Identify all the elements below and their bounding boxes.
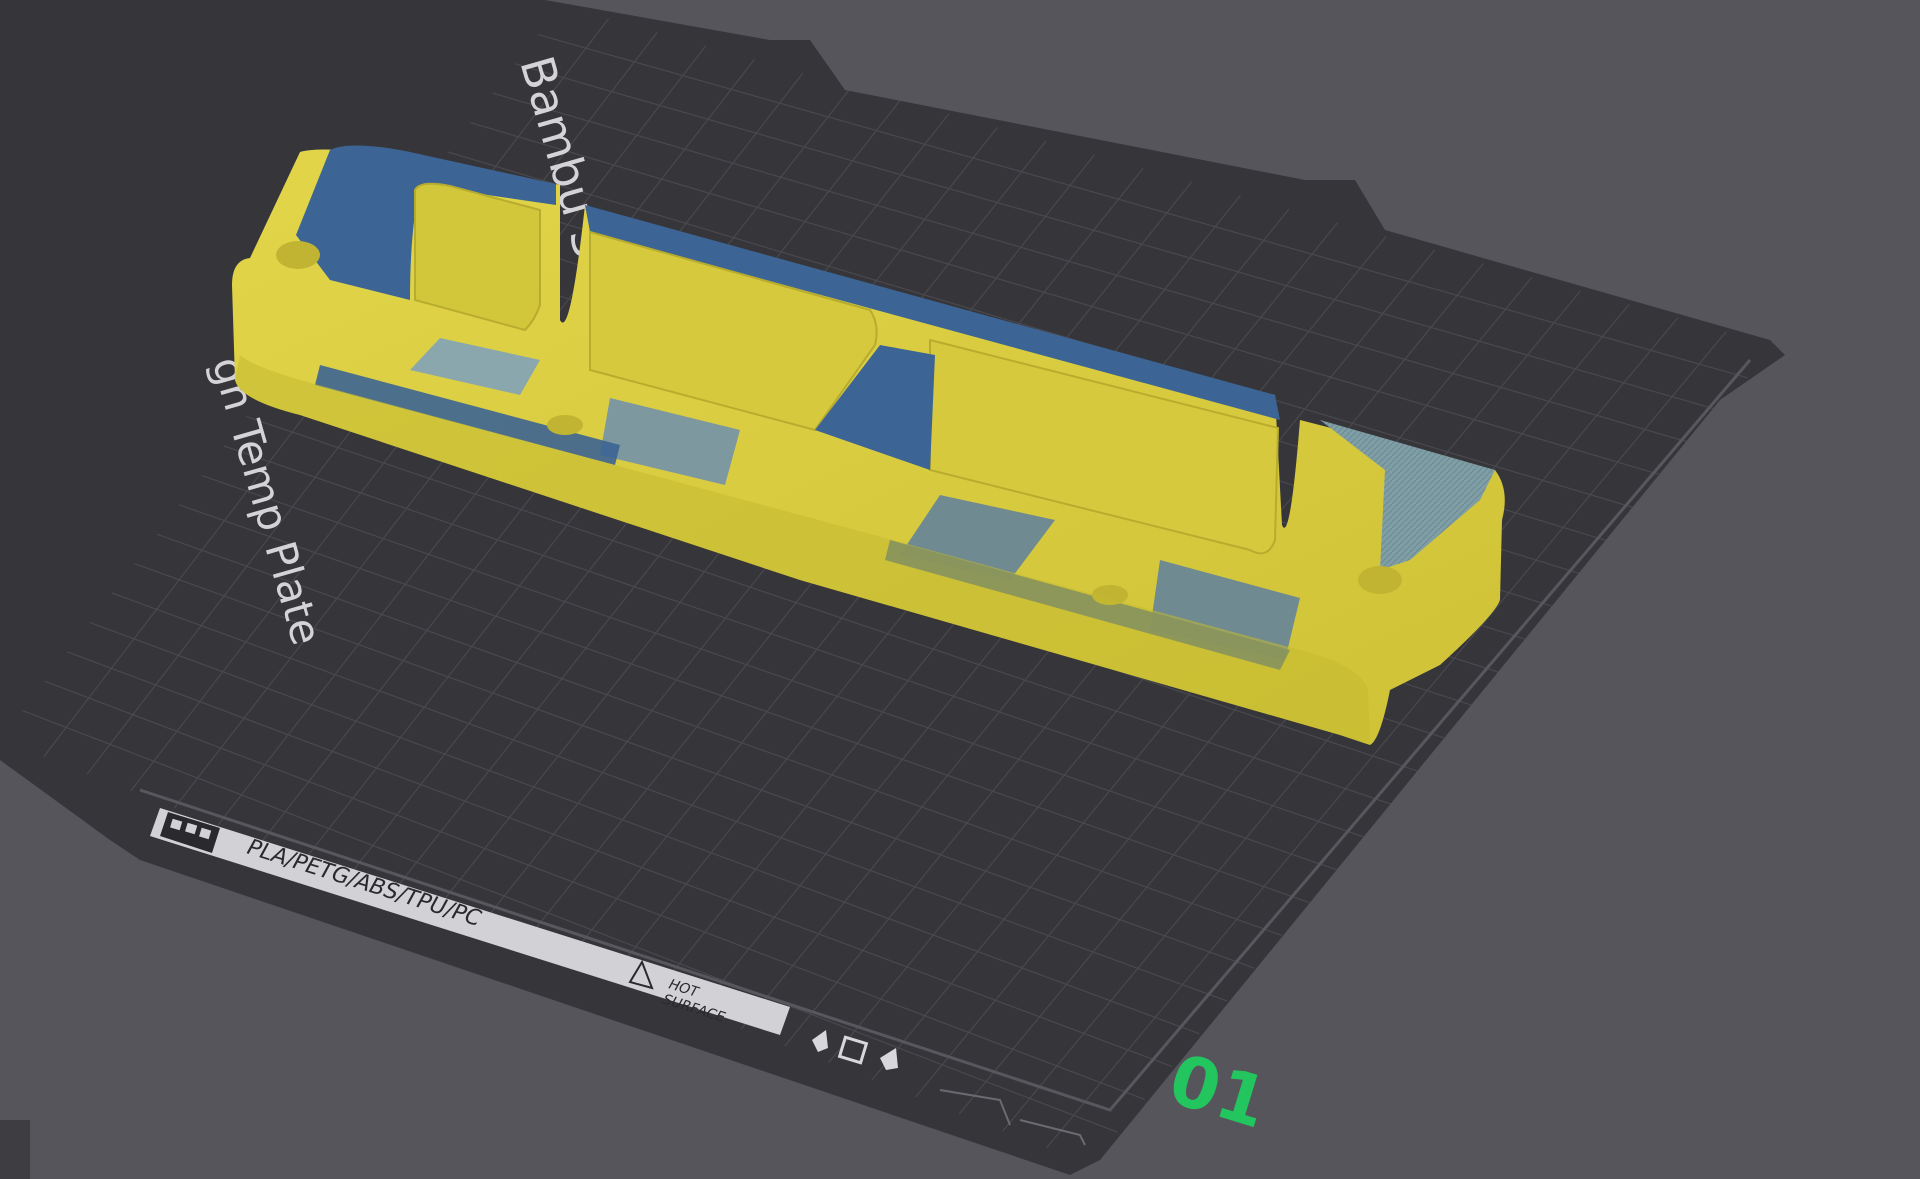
build-plate-scene[interactable]: Bambu Sm gh Temp Plate PLA/PETG/ABS/TPU/… bbox=[0, 0, 1920, 1179]
sidebar-collapse-handle[interactable] bbox=[0, 1120, 30, 1179]
3d-viewport[interactable]: Bambu Sm gh Temp Plate PLA/PETG/ABS/TPU/… bbox=[0, 0, 1920, 1179]
model-hole bbox=[276, 241, 320, 269]
model-hole bbox=[1358, 566, 1402, 594]
model-hole bbox=[547, 415, 583, 435]
